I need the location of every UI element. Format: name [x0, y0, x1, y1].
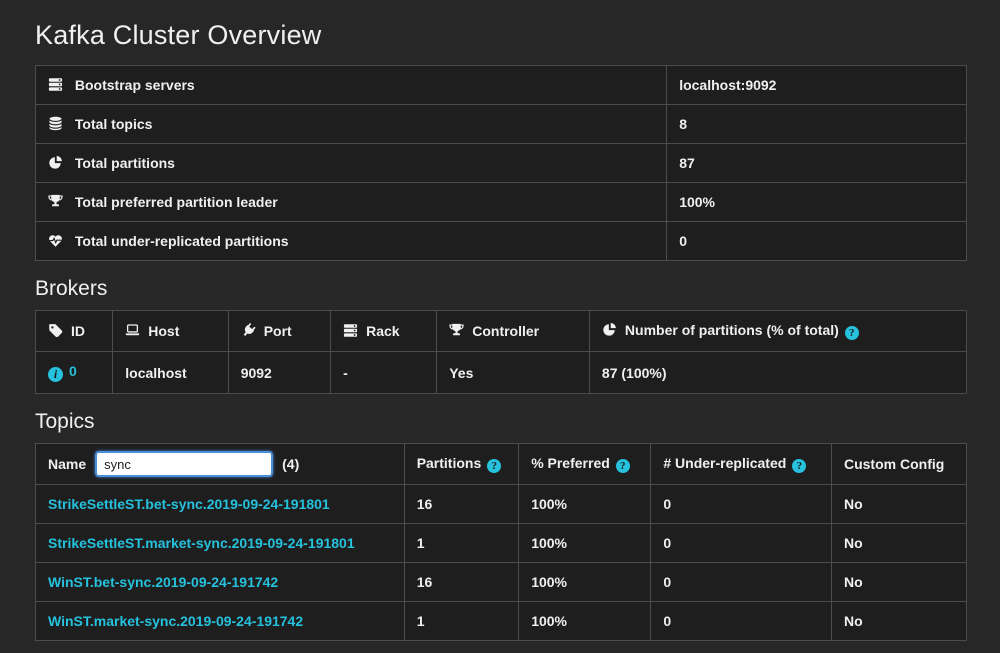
- page: Kafka Cluster Overview Bootstrap servers…: [0, 0, 1000, 641]
- table-header-row: Name (4) Partitions? % Preferred? # Unde…: [36, 444, 967, 485]
- cluster-row-value: 0: [667, 222, 967, 261]
- broker-host: localhost: [113, 352, 228, 394]
- topics-table: Name (4) Partitions? % Preferred? # Unde…: [35, 443, 967, 641]
- topic-partitions: 16: [404, 485, 519, 524]
- database-icon: [48, 116, 63, 131]
- broker-id: 0: [69, 363, 77, 379]
- topic-custom-config: No: [831, 602, 966, 641]
- cluster-row-value: 8: [667, 105, 967, 144]
- topic-name-link[interactable]: StrikeSettleST.market-sync.2019-09-24-19…: [48, 535, 355, 551]
- cluster-row-value: 100%: [667, 183, 967, 222]
- topic-row: StrikeSettleST.bet-sync.2019-09-24-19180…: [36, 485, 967, 524]
- broker-id-link[interactable]: i0: [48, 363, 77, 379]
- help-icon[interactable]: ?: [616, 459, 630, 473]
- cluster-row-label: Total partitions: [75, 155, 175, 171]
- cluster-row-label: Total topics: [75, 116, 153, 132]
- col-header-under-replicated: # Under-replicated: [663, 455, 786, 471]
- help-icon[interactable]: ?: [845, 326, 859, 340]
- cluster-row-label: Total preferred partition leader: [75, 194, 278, 210]
- table-row: Total topics 8: [36, 105, 967, 144]
- col-header-controller: Controller: [472, 323, 539, 339]
- topic-under-replicated: 0: [651, 524, 832, 563]
- topic-under-replicated: 0: [651, 602, 832, 641]
- filter-match-count: (4): [282, 456, 299, 472]
- info-icon: i: [48, 367, 63, 382]
- topic-preferred: 100%: [519, 563, 651, 602]
- server-icon: [48, 77, 63, 92]
- topic-name-link[interactable]: StrikeSettleST.bet-sync.2019-09-24-19180…: [48, 496, 330, 512]
- plug-icon: [241, 323, 256, 338]
- broker-rack: -: [331, 352, 437, 394]
- trophy-icon: [48, 194, 63, 209]
- col-header-id: ID: [71, 323, 85, 339]
- heartbeat-icon: [48, 233, 63, 248]
- broker-controller: Yes: [437, 352, 590, 394]
- server-icon: [343, 323, 358, 338]
- brokers-table: ID Host Port Rack Controller Number of p…: [35, 310, 967, 394]
- topic-name-link[interactable]: WinST.market-sync.2019-09-24-191742: [48, 613, 303, 629]
- help-icon[interactable]: ?: [487, 459, 501, 473]
- topic-partitions: 1: [404, 524, 519, 563]
- broker-partitions: 87 (100%): [589, 352, 966, 394]
- topic-preferred: 100%: [519, 485, 651, 524]
- cluster-row-label: Bootstrap servers: [75, 77, 195, 93]
- col-header-custom-config: Custom Config: [844, 456, 944, 472]
- topic-row: WinST.bet-sync.2019-09-24-191742 16 100%…: [36, 563, 967, 602]
- broker-row: i0 localhost 9092 - Yes 87 (100%): [36, 352, 967, 394]
- table-row: Total preferred partition leader 100%: [36, 183, 967, 222]
- col-header-preferred: % Preferred: [531, 455, 610, 471]
- table-row: Bootstrap servers localhost:9092: [36, 66, 967, 105]
- topic-row: StrikeSettleST.market-sync.2019-09-24-19…: [36, 524, 967, 563]
- broker-port: 9092: [228, 352, 330, 394]
- tag-icon: [48, 323, 63, 338]
- topic-partitions: 16: [404, 563, 519, 602]
- col-header-host: Host: [148, 323, 179, 339]
- topics-heading: Topics: [35, 410, 967, 434]
- col-header-topic-partitions: Partitions: [417, 455, 482, 471]
- col-header-partitions: Number of partitions (% of total): [625, 322, 839, 338]
- brokers-heading: Brokers: [35, 277, 967, 301]
- table-row: Total partitions 87: [36, 144, 967, 183]
- cluster-row-value: 87: [667, 144, 967, 183]
- table-row: Total under-replicated partitions 0: [36, 222, 967, 261]
- col-header-rack: Rack: [366, 323, 399, 339]
- table-header-row: ID Host Port Rack Controller Number of p…: [36, 311, 967, 352]
- col-header-name: Name: [48, 456, 86, 472]
- topic-custom-config: No: [831, 485, 966, 524]
- topic-custom-config: No: [831, 563, 966, 602]
- col-header-port: Port: [264, 323, 292, 339]
- pie-chart-icon: [48, 155, 63, 170]
- topic-filter-input[interactable]: [95, 451, 273, 477]
- cluster-row-label: Total under-replicated partitions: [75, 233, 289, 249]
- page-title: Kafka Cluster Overview: [35, 20, 967, 51]
- topic-partitions: 1: [404, 602, 519, 641]
- trophy-icon: [449, 323, 464, 338]
- topic-preferred: 100%: [519, 524, 651, 563]
- topic-custom-config: No: [831, 524, 966, 563]
- topic-under-replicated: 0: [651, 485, 832, 524]
- topic-preferred: 100%: [519, 602, 651, 641]
- topic-under-replicated: 0: [651, 563, 832, 602]
- laptop-icon: [125, 323, 140, 338]
- cluster-row-value: localhost:9092: [667, 66, 967, 105]
- pie-chart-icon: [602, 322, 617, 337]
- topic-row: WinST.market-sync.2019-09-24-191742 1 10…: [36, 602, 967, 641]
- cluster-overview-table: Bootstrap servers localhost:9092 Total t…: [35, 65, 967, 261]
- help-icon[interactable]: ?: [792, 459, 806, 473]
- topic-name-link[interactable]: WinST.bet-sync.2019-09-24-191742: [48, 574, 278, 590]
